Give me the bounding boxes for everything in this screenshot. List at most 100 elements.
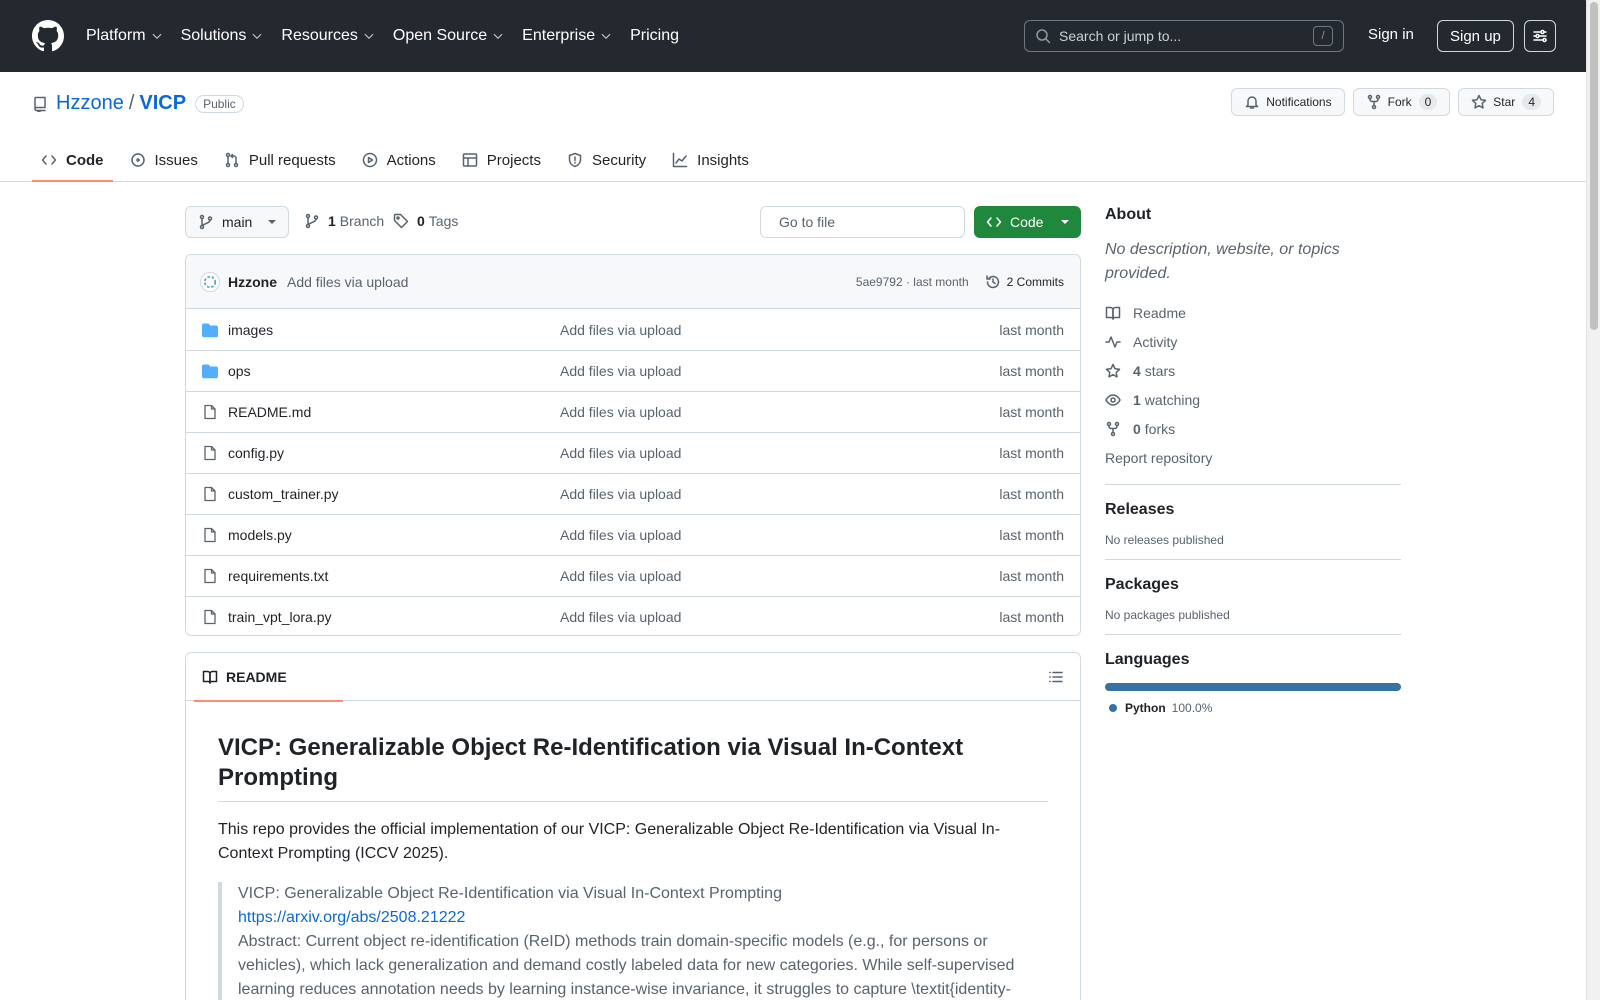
sign-in-link[interactable]: Sign in bbox=[1368, 26, 1414, 43]
commit-sha-time[interactable]: 5ae9792 · last month bbox=[856, 275, 969, 289]
language-item[interactable]: Python 100.0% bbox=[1105, 701, 1401, 715]
tags-link[interactable]: 0 Tags bbox=[393, 213, 458, 229]
branch-icon bbox=[199, 214, 213, 230]
watching-count: 1 bbox=[1133, 391, 1141, 408]
file-name[interactable]: models.py bbox=[228, 527, 560, 543]
scrollbar-thumb[interactable] bbox=[1590, 2, 1598, 330]
readme-tab[interactable]: README bbox=[194, 653, 343, 702]
file-date: last month bbox=[999, 527, 1064, 543]
table-row[interactable]: images Add files via upload last month bbox=[186, 309, 1080, 350]
nav-platform[interactable]: Platform bbox=[86, 27, 163, 45]
nav-pricing[interactable]: Pricing bbox=[630, 27, 679, 45]
branch-selector[interactable]: main bbox=[185, 206, 289, 238]
file-name[interactable]: custom_trainer.py bbox=[228, 486, 560, 502]
file-name[interactable]: images bbox=[228, 322, 560, 338]
nav-resources[interactable]: Resources bbox=[281, 27, 374, 45]
star-icon bbox=[1105, 363, 1121, 378]
search-shortcut-hint: / bbox=[1313, 26, 1333, 46]
file-commit-message[interactable]: Add files via upload bbox=[560, 609, 999, 625]
watching-link[interactable]: 1 watching bbox=[1105, 385, 1401, 414]
activity-link[interactable]: Activity bbox=[1105, 327, 1401, 356]
tab-issues[interactable]: Issues bbox=[121, 138, 207, 182]
file-name[interactable]: train_vpt_lora.py bbox=[228, 609, 560, 625]
file-date: last month bbox=[999, 445, 1064, 461]
language-bar bbox=[1105, 683, 1401, 691]
nav-item-label: Platform bbox=[86, 27, 146, 44]
file-name[interactable]: config.py bbox=[228, 445, 560, 461]
stars-label: stars bbox=[1144, 362, 1176, 379]
nav-solutions[interactable]: Solutions bbox=[181, 27, 264, 45]
github-logo-icon[interactable] bbox=[32, 20, 64, 52]
file-commit-message[interactable]: Add files via upload bbox=[560, 363, 999, 379]
activity-link-label: Activity bbox=[1133, 333, 1178, 350]
language-color-dot bbox=[1109, 704, 1117, 712]
file-commit-message[interactable]: Add files via upload bbox=[560, 322, 999, 338]
file-commit-message[interactable]: Add files via upload bbox=[560, 527, 999, 543]
readme-link[interactable]: Readme bbox=[1105, 298, 1401, 327]
readme-intro: This repo provides the official implemen… bbox=[218, 821, 1001, 862]
repo-description: No description, website, or topics provi… bbox=[1105, 241, 1340, 282]
menu-button[interactable] bbox=[1524, 20, 1556, 52]
commit-message[interactable]: Add files via upload bbox=[287, 274, 408, 290]
file-commit-message[interactable]: Add files via upload bbox=[560, 445, 999, 461]
page-scrollbar[interactable] bbox=[1586, 0, 1600, 1000]
arxiv-link[interactable]: https://arxiv.org/abs/2508.21222 bbox=[238, 909, 465, 926]
fork-button[interactable]: Fork 0 bbox=[1352, 88, 1451, 116]
file-commit-message[interactable]: Add files via upload bbox=[560, 404, 999, 420]
outline-button[interactable] bbox=[1048, 669, 1064, 685]
global-search[interactable]: / bbox=[1024, 20, 1344, 52]
nav-open-source[interactable]: Open Source bbox=[393, 27, 504, 45]
star-button[interactable]: Star 4 bbox=[1458, 88, 1554, 116]
tab-actions[interactable]: Actions bbox=[353, 138, 445, 182]
table-row[interactable]: config.py Add files via upload last month bbox=[186, 432, 1080, 473]
file-name[interactable]: README.md bbox=[228, 404, 560, 420]
commit-author[interactable]: Hzzone bbox=[228, 274, 277, 290]
nav-item-label: Enterprise bbox=[522, 27, 596, 44]
quote-title: VICP: Generalizable Object Re-Identifica… bbox=[238, 885, 782, 902]
go-to-file[interactable] bbox=[760, 206, 965, 238]
tab-pull-requests[interactable]: Pull requests bbox=[215, 138, 345, 182]
code-button[interactable]: Code bbox=[974, 206, 1081, 238]
latest-commit-bar: Hzzone Add files via upload 5ae9792 · la… bbox=[186, 255, 1080, 309]
file-commit-message[interactable]: Add files via upload bbox=[560, 486, 999, 502]
forks-count: 0 bbox=[1133, 420, 1141, 437]
caret-down-icon bbox=[1061, 220, 1069, 224]
notifications-button[interactable]: Notifications bbox=[1231, 88, 1345, 116]
file-icon bbox=[204, 568, 216, 584]
tab-projects[interactable]: Projects bbox=[453, 138, 550, 182]
go-to-file-input[interactable] bbox=[779, 214, 960, 230]
table-row[interactable]: ops Add files via upload last month bbox=[186, 350, 1080, 391]
file-name[interactable]: requirements.txt bbox=[228, 568, 560, 584]
readme-link-label: Readme bbox=[1133, 304, 1186, 321]
repo-owner-link[interactable]: Hzzone bbox=[56, 92, 124, 115]
readme-blockquote: VICP: Generalizable Object Re-Identifica… bbox=[218, 882, 1048, 1000]
stars-link[interactable]: 4 stars bbox=[1105, 356, 1401, 385]
nav-enterprise[interactable]: Enterprise bbox=[522, 27, 612, 45]
tab-code[interactable]: Code bbox=[32, 138, 113, 182]
table-row[interactable]: README.md Add files via upload last month bbox=[186, 391, 1080, 432]
table-row[interactable]: train_vpt_lora.py Add files via upload las… bbox=[186, 596, 1080, 635]
file-date: last month bbox=[999, 404, 1064, 420]
readme-header: README bbox=[186, 653, 1080, 702]
tab-insights[interactable]: Insights bbox=[663, 138, 758, 182]
file-commit-message[interactable]: Add files via upload bbox=[560, 568, 999, 584]
tab-label: Issues bbox=[154, 151, 198, 169]
search-input[interactable] bbox=[1059, 28, 1313, 44]
repo-name-link[interactable]: VICP bbox=[139, 92, 186, 115]
table-row[interactable]: custom_trainer.py Add files via upload las… bbox=[186, 473, 1080, 514]
tab-security[interactable]: Security bbox=[558, 138, 655, 182]
table-row[interactable]: models.py Add files via upload last month bbox=[186, 514, 1080, 555]
forks-link[interactable]: 0 forks bbox=[1105, 414, 1401, 443]
forks-label: forks bbox=[1144, 420, 1176, 437]
sign-up-button[interactable]: Sign up bbox=[1437, 20, 1514, 52]
avatar[interactable] bbox=[200, 271, 220, 292]
table-row[interactable]: requirements.txt Add files via upload last… bbox=[186, 555, 1080, 596]
releases-heading[interactable]: Releases bbox=[1105, 501, 1401, 519]
branches-link[interactable]: 1 Branch bbox=[304, 213, 384, 229]
repo-header: Hzzone / VICP Public Notifications Fork … bbox=[0, 72, 1586, 182]
file-name[interactable]: ops bbox=[228, 363, 560, 379]
packages-heading[interactable]: Packages bbox=[1105, 576, 1401, 594]
shield-icon bbox=[568, 152, 582, 168]
commits-link[interactable]: 2 Commits bbox=[985, 274, 1064, 290]
report-repository-link[interactable]: Report repository bbox=[1105, 443, 1401, 472]
